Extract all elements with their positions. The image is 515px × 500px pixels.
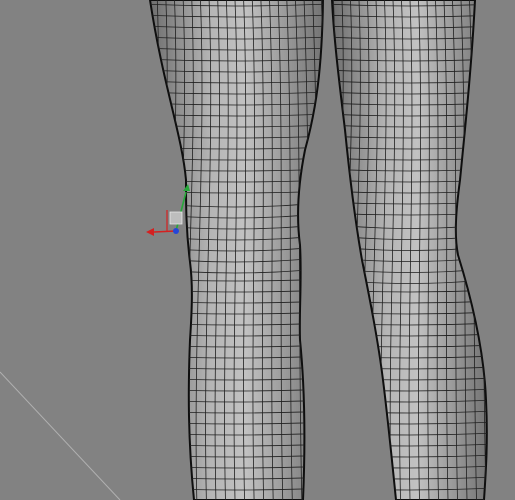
mesh-edge-ring [129,0,141,500]
left-leg-mesh[interactable] [129,0,340,500]
gizmo-x-axis[interactable] [153,230,177,233]
mesh-edge-ring [150,0,159,500]
gizmo-y-axis[interactable] [175,191,187,232]
gizmo-x-arrow [146,228,154,236]
mesh-edge-ring [495,0,505,500]
gizmo-plane-handle[interactable] [169,211,183,225]
right-leg-mesh[interactable] [314,0,505,500]
mesh-edge-ring [486,0,487,500]
mesh-edge-ring [332,0,336,500]
transform-gizmo-icon[interactable] [146,184,190,236]
mesh-edge-ring [150,0,151,500]
mesh-edge-ring [320,0,323,500]
3d-viewport[interactable] [0,0,515,500]
viewport-guide-line [0,371,121,500]
gizmo-z-axis[interactable] [173,228,179,234]
